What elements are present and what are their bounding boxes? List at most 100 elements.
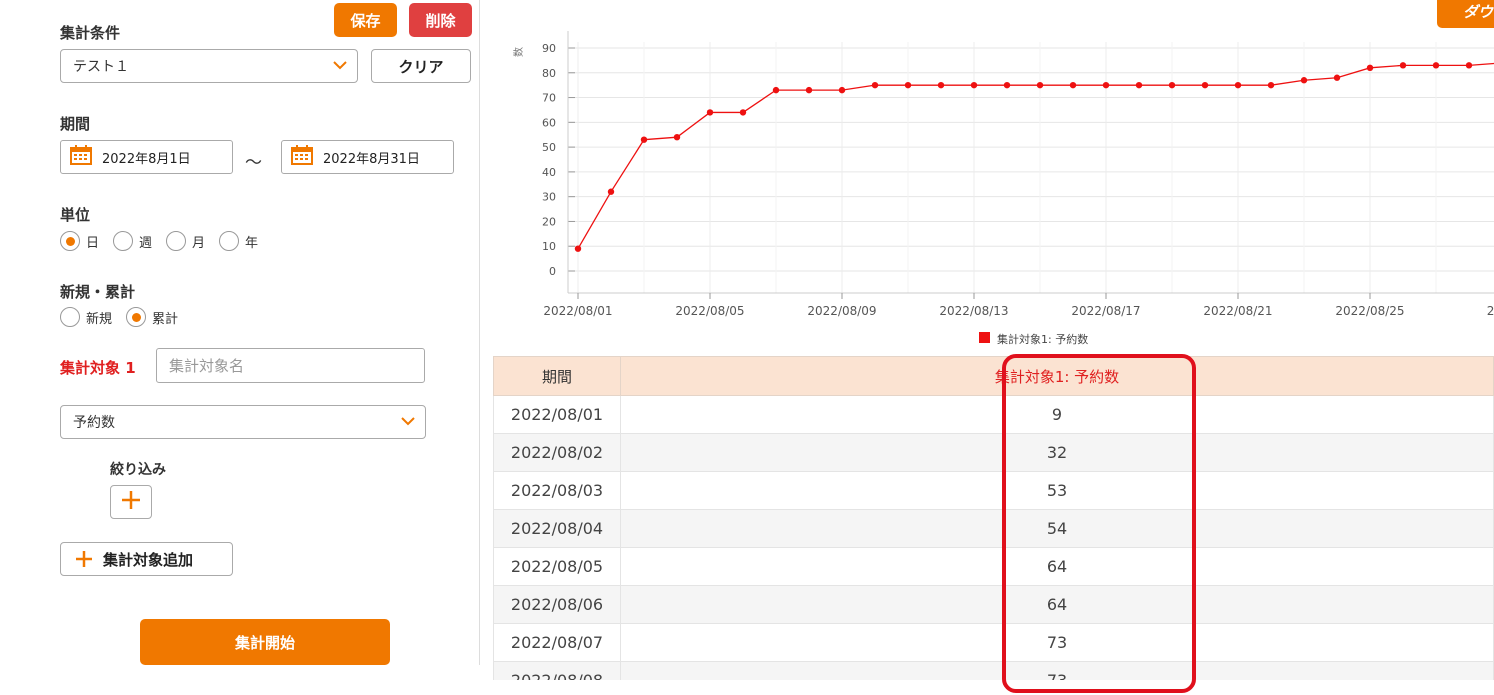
radio-icon[interactable] (219, 231, 240, 251)
data-point (1036, 81, 1044, 89)
add-target-button[interactable]: 集計対象追加 (60, 542, 233, 576)
date-from-value: 2022年8月1日 (102, 151, 191, 167)
chevron-down-icon (401, 414, 415, 430)
data-point (706, 109, 714, 116)
mode-new-label: 新規 (86, 311, 113, 327)
unit-year-label: 年 (245, 235, 259, 251)
data-point (1069, 81, 1077, 89)
add-filter-button[interactable] (110, 485, 152, 519)
date-separator: 〜 (245, 153, 262, 173)
period-cell: 2022/08/06 (493, 585, 621, 624)
chevron-down-icon (333, 58, 347, 74)
period-label: 期間 (60, 115, 91, 133)
y-tick-label: 40 (542, 166, 556, 179)
mode-radio-new[interactable]: 新規 (60, 307, 112, 327)
line-chart: 0 10 20 30 40 50 60 70 80 90 2022/08/01 2022/08/05… (512, 31, 1494, 346)
table-row: 2022/08/03 53 (493, 471, 1494, 510)
data-point (772, 86, 780, 94)
unit-radio-month[interactable]: 月 (166, 231, 205, 251)
table-row: 2022/08/06 64 (493, 585, 1494, 624)
unit-radio-year[interactable]: 年 (219, 231, 258, 251)
table-row: 2022/08/01 9 (493, 395, 1494, 434)
radio-selected-icon[interactable] (126, 307, 147, 327)
unit-radio-day[interactable]: 日 (60, 231, 99, 251)
table-row: 2022/08/04 54 (493, 509, 1494, 548)
calendar-icon (70, 145, 92, 169)
data-point (1102, 81, 1110, 89)
radio-icon[interactable] (113, 231, 134, 251)
x-tick-label: 2022/08/25 (1335, 304, 1404, 318)
y-tick-label: 60 (542, 116, 556, 129)
mode-radio-group: 新規 累計 (60, 307, 192, 327)
clear-button[interactable]: クリア (371, 49, 471, 83)
chart-grid (568, 42, 1494, 293)
plus-icon (75, 550, 93, 568)
filter-label: 絞り込み (110, 462, 166, 478)
radio-selected-icon[interactable] (60, 231, 80, 251)
period-cell: 2022/08/01 (493, 395, 621, 434)
x-tick-label: 2022/08/21 (1203, 304, 1272, 318)
save-button[interactable]: 保存 (334, 3, 397, 37)
condition-select[interactable]: テスト１ (60, 49, 358, 83)
date-from-field[interactable]: 2022年8月1日 (60, 140, 233, 174)
condition-panel: 集計条件 保存 削除 テスト１ クリア 期間 2022年8月1日 〜 2022年… (0, 0, 480, 665)
y-tick-label: 20 (542, 215, 556, 228)
x-tick-label: 2022/08/01 (543, 304, 612, 318)
y-axis-label: 数 (512, 47, 525, 57)
data-point (1366, 64, 1374, 72)
metric-select-value: 予約数 (73, 415, 115, 431)
data-table: 期間 集計対象1: 予約数 2022/08/01 9 2022/08/02 32 202… (493, 356, 1494, 680)
y-tick-label: 70 (542, 92, 556, 105)
period-cell: 2022/08/04 (493, 509, 621, 548)
date-to-field[interactable]: 2022年8月31日 (281, 140, 454, 174)
start-aggregation-button[interactable]: 集計開始 (140, 619, 390, 665)
value-cell: 32 (620, 433, 1494, 472)
value-cell: 54 (620, 509, 1494, 548)
x-axis: 2022/08/01 2022/08/05 2022/08/09 2022/08/13… (543, 292, 1494, 318)
y-tick-label: 90 (542, 42, 556, 55)
data-point (1003, 81, 1011, 89)
metric-select[interactable]: 予約数 (60, 405, 426, 439)
data-point (970, 81, 978, 89)
data-point (937, 81, 945, 89)
series-points (574, 62, 1473, 252)
unit-day-label: 日 (86, 235, 100, 251)
period-cell: 2022/08/03 (493, 471, 621, 510)
data-point (1168, 81, 1176, 89)
table-row: 2022/08/07 73 (493, 623, 1494, 662)
mode-label: 新規・累計 (60, 283, 136, 301)
column-header-bookings[interactable]: 集計対象1: 予約数 (620, 356, 1494, 396)
condition-select-value: テスト１ (73, 59, 129, 75)
x-tick-label: 2022/08/17 (1071, 304, 1140, 318)
unit-month-label: 月 (192, 235, 206, 251)
radio-icon[interactable] (60, 307, 80, 327)
value-cell: 53 (620, 471, 1494, 510)
target-name-input[interactable]: 集計対象名 (156, 348, 425, 383)
data-point (739, 109, 747, 116)
period-cell: 2022/08/02 (493, 433, 621, 472)
x-tick-label: 2022/08/05 (675, 304, 744, 318)
table-row: 2022/08/05 64 (493, 547, 1494, 586)
period-cell: 2022/08/05 (493, 547, 621, 586)
plus-icon (121, 490, 141, 514)
delete-button[interactable]: 削除 (409, 3, 472, 37)
value-cell: 73 (620, 623, 1494, 662)
data-point (805, 86, 813, 94)
table-row: 2022/08/0873 (493, 661, 1494, 680)
mode-radio-cumulative[interactable]: 累計 (126, 307, 178, 327)
x-tick-label: 2022/08/13 (939, 304, 1008, 318)
period-cell: 2022/08/08 (493, 661, 621, 680)
y-tick-label: 80 (542, 67, 556, 80)
x-tick-label: 2022/08/09 (807, 304, 876, 318)
condition-label: 集計条件 (60, 24, 121, 42)
data-point (1465, 62, 1473, 69)
unit-radio-week[interactable]: 週 (113, 231, 152, 251)
download-button[interactable]: ダウ (1437, 0, 1494, 28)
column-header-period[interactable]: 期間 (493, 356, 621, 396)
table-row: 2022/08/02 32 (493, 433, 1494, 472)
data-point (1234, 81, 1242, 89)
data-point (574, 245, 582, 252)
data-point (1432, 62, 1440, 69)
data-point (1201, 81, 1209, 89)
radio-icon[interactable] (166, 231, 187, 251)
